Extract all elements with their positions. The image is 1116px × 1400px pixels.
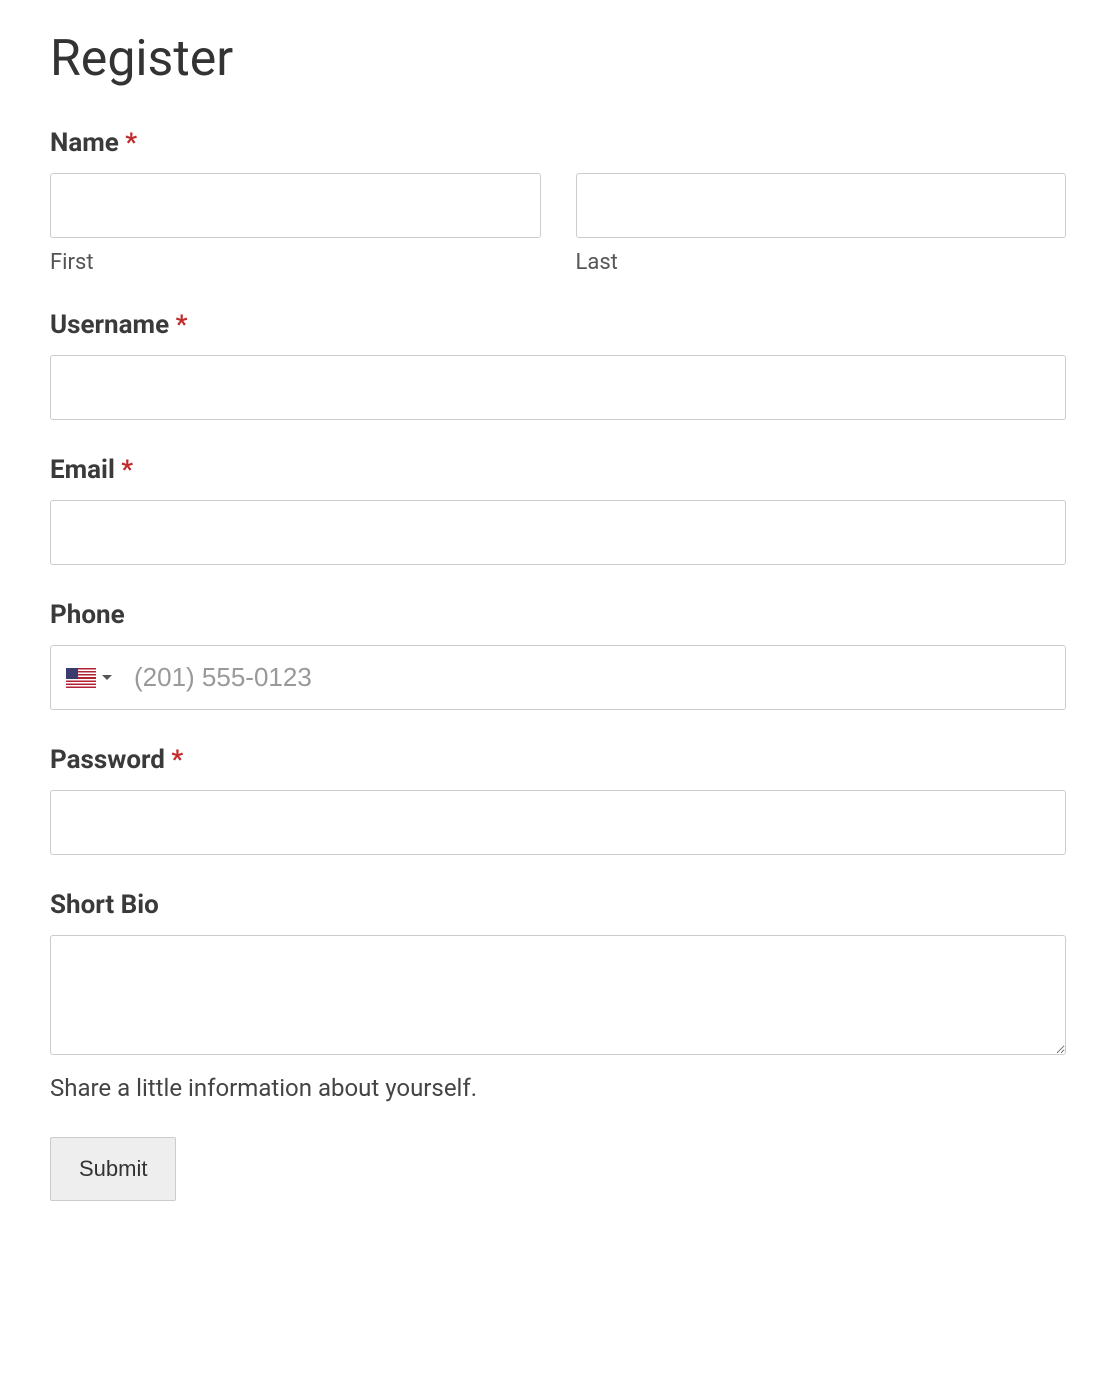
chevron-down-icon (102, 675, 112, 680)
name-label-text: Name (50, 128, 119, 158)
bio-label: Short Bio (50, 890, 1066, 920)
last-name-input[interactable] (576, 173, 1067, 238)
password-input[interactable] (50, 790, 1066, 855)
phone-label: Phone (50, 600, 1066, 630)
last-name-sublabel: Last (576, 250, 1067, 275)
bio-helper-text: Share a little information about yoursel… (50, 1074, 1066, 1102)
first-name-sublabel: First (50, 250, 541, 275)
first-name-input[interactable] (50, 173, 541, 238)
email-label-text: Email (50, 455, 115, 485)
us-flag-icon (66, 668, 96, 688)
email-field-group: Email * (50, 455, 1066, 565)
bio-field-group: Short Bio Share a little information abo… (50, 890, 1066, 1102)
name-label: Name * (50, 128, 1066, 158)
email-input[interactable] (50, 500, 1066, 565)
required-asterisk: * (171, 745, 183, 775)
name-field-group: Name * First Last (50, 128, 1066, 275)
password-field-group: Password * (50, 745, 1066, 855)
register-form: Name * First Last Username * Email * (50, 128, 1066, 1201)
username-field-group: Username * (50, 310, 1066, 420)
country-code-selector[interactable] (51, 646, 122, 709)
required-asterisk: * (176, 310, 188, 340)
phone-input[interactable] (122, 646, 1065, 709)
email-label: Email * (50, 455, 1066, 485)
password-label: Password * (50, 745, 1066, 775)
page-title: Register (50, 30, 1066, 88)
username-label-text: Username (50, 310, 169, 340)
username-input[interactable] (50, 355, 1066, 420)
required-asterisk: * (125, 128, 137, 158)
submit-button[interactable]: Submit (50, 1137, 176, 1201)
username-label: Username * (50, 310, 1066, 340)
bio-textarea[interactable] (50, 935, 1066, 1055)
phone-field-group: Phone (50, 600, 1066, 710)
password-label-text: Password (50, 745, 165, 775)
required-asterisk: * (121, 455, 133, 485)
